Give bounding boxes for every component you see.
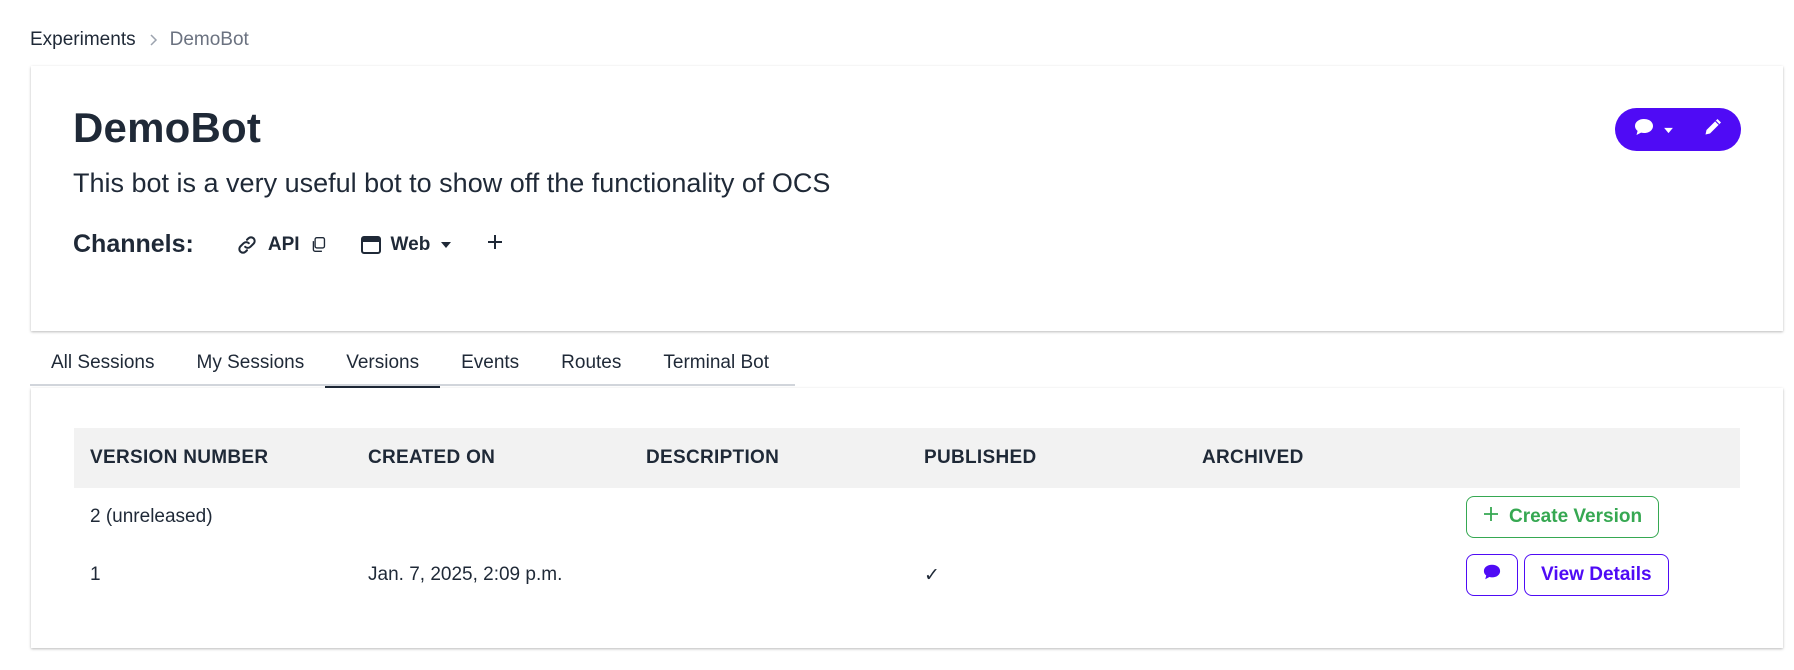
pencil-icon [1703, 117, 1723, 142]
column-header-published: PUBLISHED [924, 447, 1037, 468]
actions-cell: View Details [1450, 554, 1740, 596]
add-channel-button[interactable] [486, 233, 504, 256]
header-actions-pill [1615, 108, 1741, 151]
experiment-tabs: All Sessions My Sessions Versions Events… [30, 345, 795, 388]
breadcrumb-experiments-link[interactable]: Experiments [30, 29, 136, 51]
tab-my-sessions[interactable]: My Sessions [176, 345, 326, 386]
browser-window-icon [360, 235, 381, 254]
version-number-cell: 1 [90, 564, 101, 585]
breadcrumb-current: DemoBot [169, 29, 249, 50]
created-on-cell: Jan. 7, 2025, 2:09 p.m. [368, 564, 563, 585]
tab-terminal-bot[interactable]: Terminal Bot [642, 345, 790, 386]
channel-api[interactable]: API [236, 234, 327, 256]
copy-icon[interactable] [310, 236, 327, 253]
chevron-right-icon [148, 34, 158, 46]
column-header-version-number: VERSION NUMBER [90, 447, 269, 468]
tab-all-sessions[interactable]: All Sessions [30, 345, 176, 386]
experiment-header-card: DemoBot This bot is a very useful bot to… [31, 66, 1783, 331]
table-row: 2 (unreleased) Create Version [74, 488, 1740, 546]
chat-bubble-icon [1482, 563, 1502, 587]
tab-versions[interactable]: Versions [325, 345, 440, 388]
tab-events[interactable]: Events [440, 345, 540, 386]
link-icon [236, 234, 258, 256]
table-row: 1 Jan. 7, 2025, 2:09 p.m. ✓ View Details [74, 546, 1740, 604]
channel-api-label: API [267, 233, 300, 255]
caret-down-icon [1663, 121, 1674, 139]
page-description: This bot is a very useful bot to show of… [73, 168, 831, 198]
published-check-cell: ✓ [924, 564, 940, 586]
channel-web[interactable]: Web [360, 233, 453, 256]
channels-label: Channels: [73, 230, 194, 258]
column-header-created-on: CREATED ON [368, 447, 496, 468]
channel-web-label: Web [390, 233, 431, 255]
version-number-cell: 2 (unreleased) [90, 506, 213, 527]
chat-bubble-icon [1633, 117, 1655, 142]
page-title: DemoBot [73, 104, 262, 151]
channels-row: Channels: API Web [73, 230, 504, 259]
create-version-button[interactable]: Create Version [1466, 496, 1660, 538]
chat-with-version-button[interactable] [1466, 554, 1518, 596]
breadcrumb: Experiments DemoBot [30, 29, 249, 51]
column-header-description: DESCRIPTION [646, 447, 780, 468]
edit-button[interactable] [1703, 117, 1723, 142]
caret-down-icon [440, 241, 452, 249]
create-version-label: Create Version [1509, 506, 1643, 527]
plus-icon [1483, 506, 1499, 528]
column-header-archived: ARCHIVED [1202, 447, 1304, 468]
versions-panel: VERSION NUMBER CREATED ON DESCRIPTION PU… [31, 388, 1783, 648]
versions-table: VERSION NUMBER CREATED ON DESCRIPTION PU… [74, 428, 1740, 604]
actions-cell: Create Version [1450, 496, 1740, 538]
tab-routes[interactable]: Routes [540, 345, 642, 386]
chat-dropdown-button[interactable] [1633, 117, 1674, 142]
view-details-button[interactable]: View Details [1524, 554, 1669, 596]
table-header: VERSION NUMBER CREATED ON DESCRIPTION PU… [74, 428, 1740, 488]
plus-icon [486, 233, 504, 256]
